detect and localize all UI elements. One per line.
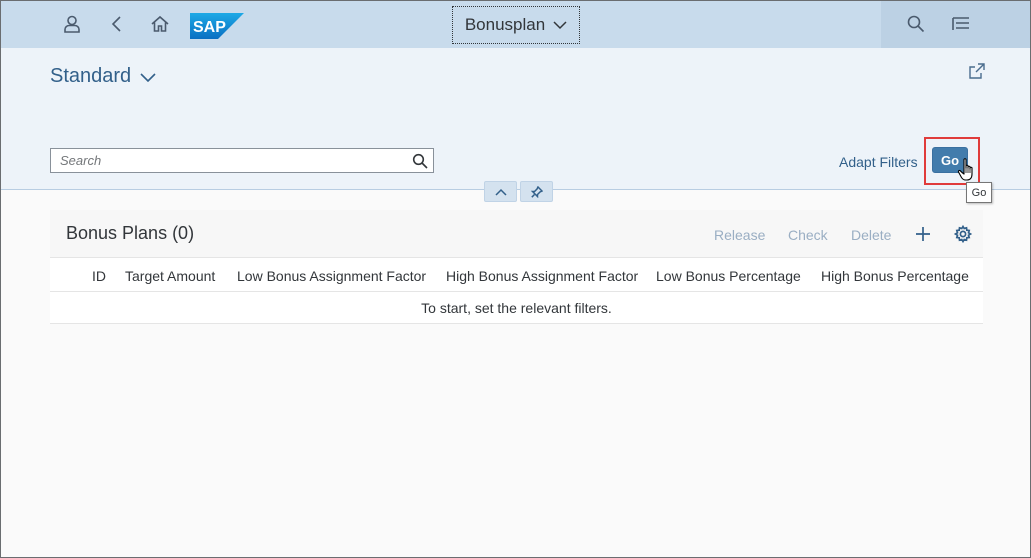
menu-icon[interactable] bbox=[949, 12, 973, 36]
go-tooltip: Go bbox=[966, 182, 992, 203]
user-icon[interactable] bbox=[60, 12, 84, 36]
home-icon[interactable] bbox=[148, 12, 172, 36]
bonus-plans-table: Bonus Plans (0) Release Check Delete ID … bbox=[50, 210, 983, 324]
collapse-header-button[interactable] bbox=[484, 181, 517, 202]
adapt-filters-link[interactable]: Adapt Filters bbox=[839, 154, 918, 170]
table-header-row: ID Target Amount Low Bonus Assignment Fa… bbox=[50, 258, 983, 292]
column-header-high-bonus-assignment-factor[interactable]: High Bonus Assignment Factor bbox=[446, 268, 638, 284]
app-title-menu[interactable]: Bonusplan bbox=[452, 6, 580, 44]
check-button[interactable]: Check bbox=[788, 227, 828, 243]
back-icon[interactable] bbox=[105, 12, 129, 36]
chevron-up-icon bbox=[494, 188, 507, 196]
shell-bar: SAP Bonusplan bbox=[1, 1, 1030, 48]
app-window: SAP Bonusplan Standard Adapt Filters bbox=[0, 0, 1031, 558]
table-toolbar: Bonus Plans (0) Release Check Delete bbox=[50, 210, 983, 258]
column-header-high-bonus-percentage[interactable]: High Bonus Percentage bbox=[821, 268, 969, 284]
column-header-low-bonus-assignment-factor[interactable]: Low Bonus Assignment Factor bbox=[237, 268, 426, 284]
search-icon[interactable] bbox=[904, 12, 928, 36]
header-toggle-group bbox=[484, 181, 553, 202]
add-icon[interactable] bbox=[912, 223, 934, 245]
search-field bbox=[50, 148, 434, 173]
search-input[interactable] bbox=[51, 149, 407, 172]
variant-selector[interactable]: Standard bbox=[50, 65, 156, 88]
delete-button[interactable]: Delete bbox=[851, 227, 891, 243]
column-header-low-bonus-percentage[interactable]: Low Bonus Percentage bbox=[656, 268, 801, 284]
svg-text:SAP: SAP bbox=[193, 19, 226, 36]
chevron-down-icon bbox=[140, 72, 156, 82]
chevron-down-icon bbox=[553, 21, 567, 30]
go-button[interactable]: Go bbox=[932, 147, 968, 173]
table-title: Bonus Plans (0) bbox=[66, 223, 195, 243]
filter-header: Standard Adapt Filters bbox=[1, 48, 1030, 190]
share-icon[interactable] bbox=[968, 62, 988, 82]
pin-icon bbox=[530, 185, 543, 198]
settings-gear-icon[interactable] bbox=[952, 223, 974, 245]
app-title: Bonusplan bbox=[464, 15, 546, 34]
column-header-id[interactable]: ID bbox=[92, 268, 106, 284]
release-button[interactable]: Release bbox=[714, 227, 765, 243]
table-empty-message: To start, set the relevant filters. bbox=[50, 292, 983, 324]
pin-header-button[interactable] bbox=[520, 181, 553, 202]
column-header-target-amount[interactable]: Target Amount bbox=[125, 268, 215, 284]
variant-name: Standard bbox=[50, 65, 132, 87]
sap-logo[interactable]: SAP bbox=[190, 13, 244, 39]
search-icon[interactable] bbox=[407, 149, 433, 172]
